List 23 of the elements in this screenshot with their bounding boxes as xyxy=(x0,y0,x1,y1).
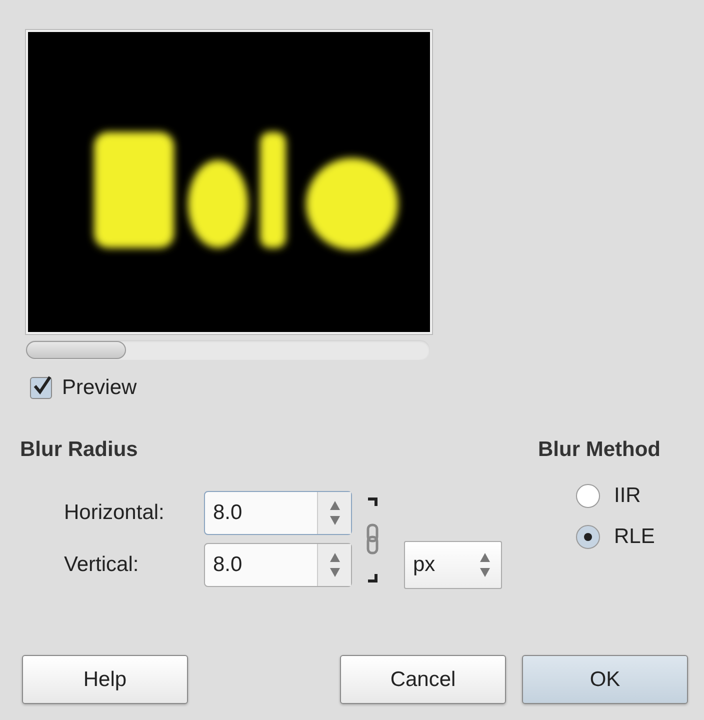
stepper-icon[interactable] xyxy=(328,552,340,578)
radio-label: IIR xyxy=(614,484,641,508)
stepper-icon[interactable] xyxy=(328,500,340,526)
radio-label: RLE xyxy=(614,525,655,549)
field-label: Vertical: xyxy=(64,553,140,577)
ok-button[interactable]: OK xyxy=(522,655,688,704)
scrollbar[interactable] xyxy=(26,340,430,360)
dialog-button[interactable]: Help xyxy=(22,655,188,704)
radio-button[interactable] xyxy=(576,484,600,508)
section-heading: Blur Method xyxy=(538,438,662,462)
section-heading: Blur Radius xyxy=(20,438,139,462)
checkbox-label: Preview xyxy=(62,376,137,400)
spin-field[interactable]: 8.0 xyxy=(204,491,352,535)
scrollbar-thumb[interactable] xyxy=(26,341,126,359)
checkmark-icon xyxy=(31,375,53,397)
chain-link-icon[interactable] xyxy=(366,495,380,585)
dialog-button[interactable]: Cancel xyxy=(340,655,506,704)
radio-button[interactable] xyxy=(576,525,600,549)
stepper-icon xyxy=(479,552,491,578)
spin-field[interactable]: 8.0 xyxy=(204,543,352,587)
preview-checkbox[interactable] xyxy=(30,377,52,399)
unit-dropdown[interactable]: px xyxy=(404,541,502,589)
field-label: Horizontal: xyxy=(64,501,166,525)
